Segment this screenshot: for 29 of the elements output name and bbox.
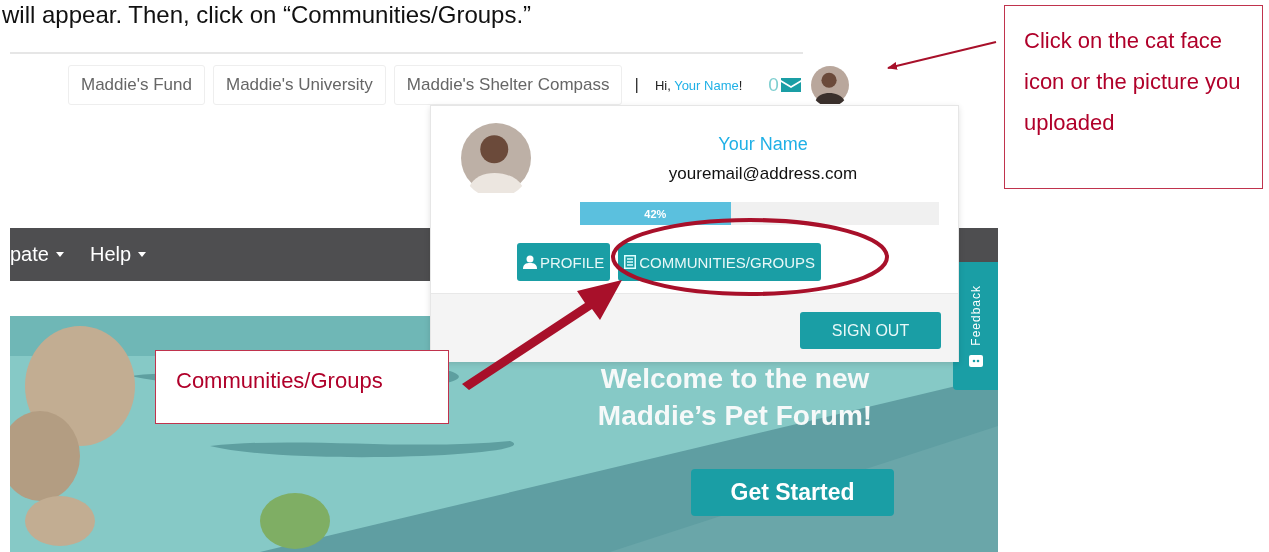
site-link[interactable]: Maddie's Fund [68, 65, 205, 105]
site-link[interactable]: Maddie's Shelter Compass [393, 65, 623, 105]
chat-icon [968, 355, 983, 368]
separator-text: | [634, 75, 639, 95]
message-count[interactable]: 0 [768, 74, 779, 96]
envelope-icon[interactable] [780, 78, 801, 92]
callout-box: Communities/Groups [155, 350, 449, 424]
greeting-text: Hi, Your Name! [654, 77, 743, 93]
nav-menu-item[interactable]: Help [89, 243, 147, 266]
caret-icon [138, 252, 147, 257]
avatar[interactable] [810, 66, 849, 104]
progress-label: 42% [644, 207, 667, 220]
callout-box: Click on the cat face icon or the picture you uploaded [1004, 5, 1263, 189]
get-started-button[interactable]: Get Started [691, 469, 894, 516]
sign-out-button[interactable]: SIGN OUT [800, 312, 941, 349]
avatar [461, 123, 531, 193]
caret-icon [55, 252, 64, 257]
instruction-text: will appear. Then, click on “Communities/Groups.” [1, 0, 533, 30]
hero-heading: Welcome to the new Maddie’s Pet Forum! [596, 362, 874, 433]
user-name: Your Name [717, 134, 809, 155]
nav-menu-item[interactable]: pate [10, 243, 64, 266]
person-icon [523, 255, 537, 269]
list-icon [624, 255, 637, 269]
user-name-link[interactable]: Your Name [674, 77, 739, 93]
user-email: youremail@address.com [667, 164, 859, 184]
feedback-tab[interactable]: Feedback [953, 262, 998, 390]
communities-button[interactable]: COMMUNITIES/GROUPS [618, 243, 822, 281]
site-link[interactable]: Maddie's University [213, 65, 386, 105]
profile-button[interactable]: PROFILE [517, 243, 611, 281]
